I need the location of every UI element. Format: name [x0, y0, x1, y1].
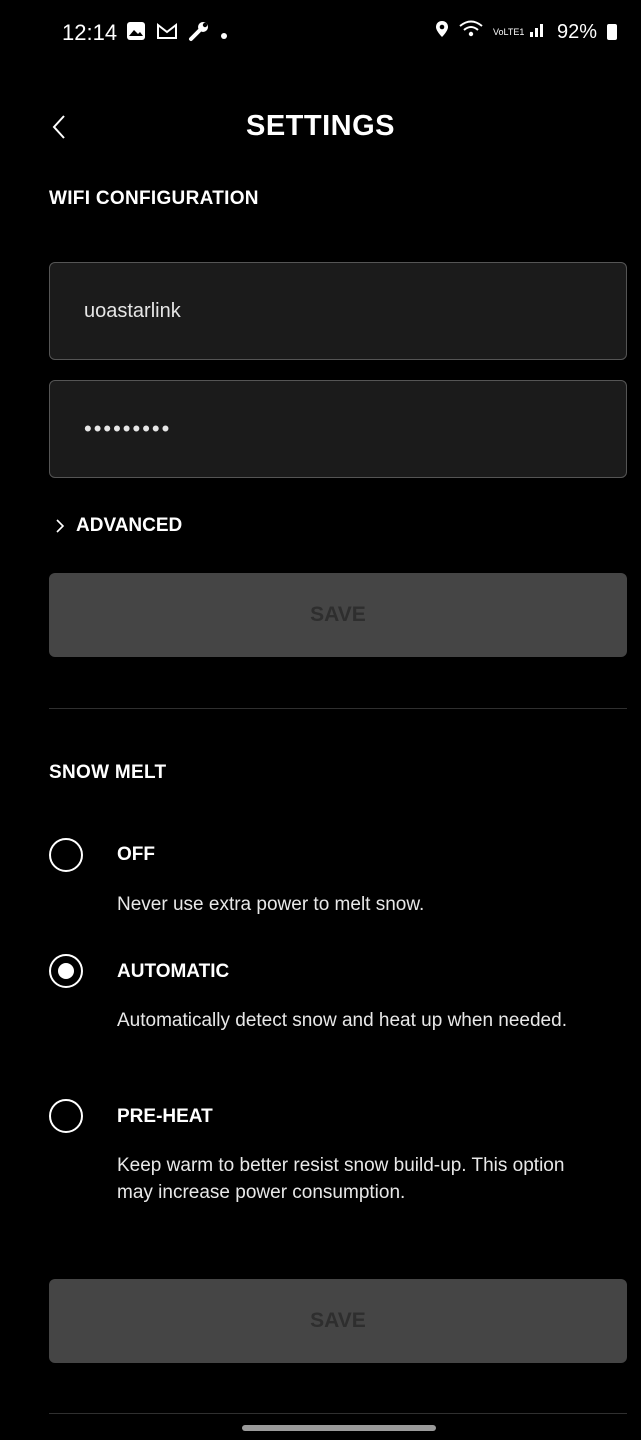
- dot-icon: [220, 23, 228, 46]
- volte-icon: VoLTE1: [492, 26, 525, 37]
- option-pre-heat-description: Keep warm to better resist snow build-up…: [117, 1155, 565, 1203]
- divider: [49, 708, 627, 709]
- status-left-icons: [126, 20, 228, 48]
- wifi-section-label: WIFI CONFIGURATION: [49, 188, 259, 209]
- option-pre-heat-title[interactable]: PRE-HEAT: [117, 1106, 213, 1128]
- battery-icon: [607, 24, 617, 40]
- wrench-icon: [188, 20, 210, 48]
- option-automatic-description: Automatically detect snow and heat up wh…: [117, 1010, 567, 1031]
- snow-melt-save-button[interactable]: SAVE: [49, 1279, 627, 1363]
- signal-icon: [529, 20, 547, 44]
- location-icon: [435, 20, 449, 44]
- gmail-icon: [156, 21, 178, 47]
- radio-pre-heat[interactable]: [49, 1099, 83, 1133]
- advanced-label: ADVANCED: [76, 515, 183, 536]
- wifi-save-button[interactable]: SAVE: [49, 573, 627, 657]
- chevron-right-icon: [56, 519, 65, 533]
- divider-bottom: [49, 1413, 627, 1414]
- status-time: 12:14: [62, 20, 118, 45]
- password-input[interactable]: [82, 415, 626, 443]
- option-automatic-title[interactable]: AUTOMATIC: [117, 961, 229, 983]
- snow-melt-section-label: SNOW MELT: [49, 762, 167, 783]
- status-right: VoLTE1 92%: [435, 20, 617, 44]
- battery-text: 92%: [556, 20, 597, 43]
- password-field[interactable]: [49, 380, 627, 478]
- option-off-description: Never use extra power to melt snow.: [117, 894, 425, 915]
- ssid-field[interactable]: [49, 262, 627, 360]
- radio-off[interactable]: [49, 838, 83, 872]
- option-off-title[interactable]: OFF: [117, 844, 155, 866]
- radio-automatic[interactable]: [49, 954, 83, 988]
- home-indicator[interactable]: [242, 1425, 436, 1431]
- wifi-icon: [459, 20, 483, 44]
- page-title: SETTINGS: [245, 110, 395, 142]
- advanced-toggle[interactable]: ADVANCED: [54, 515, 182, 537]
- gallery-icon: [126, 21, 146, 47]
- ssid-input[interactable]: [82, 298, 626, 324]
